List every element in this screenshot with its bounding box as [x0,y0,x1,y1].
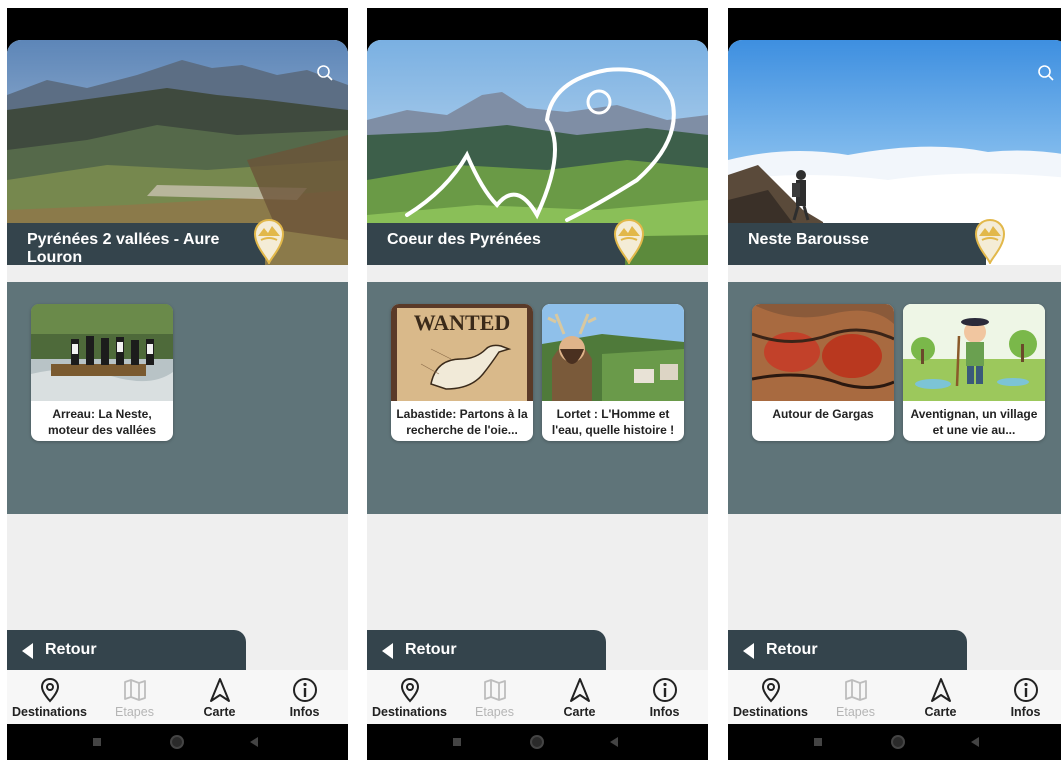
nav-item-label: Infos [649,705,680,719]
nav-item-label: Carte [203,705,236,719]
home-icon[interactable] [170,735,184,749]
back-button[interactable]: Retour [728,630,967,672]
tour-card-image [903,304,1045,401]
nav-item-label: Etapes [836,705,875,719]
system-back-icon[interactable] [971,737,979,747]
nav-item-carte[interactable]: Carte [537,670,622,724]
nav-item-etapes: Etapes [813,670,898,724]
recent-apps-icon[interactable] [453,738,461,746]
back-button-label: Retour [45,641,97,658]
system-nav-bar [367,724,708,760]
tour-card-image: WANTED [391,304,533,401]
nav-item-etapes: Etapes [92,670,177,724]
tour-cards-section: WANTED Labastide: Partons à la recherche… [367,282,708,514]
nav-item-label: Etapes [115,705,154,719]
back-button-label: Retour [405,641,457,658]
phone-screen-2: Coeur des Pyrénées WANTED Labastide: Par… [367,8,708,760]
nav-item-carte[interactable]: Carte [177,670,262,724]
destination-title-bar: Pyrénées 2 vallées - Aure Louron [7,223,265,266]
nav-item-label: Destinations [732,705,808,719]
destination-badge-icon [613,218,645,266]
phone-screen-1: Pyrénées 2 vallées - Aure Louron Arreau:… [7,8,348,760]
back-button[interactable]: Retour [7,630,246,672]
nav-item-destinations[interactable]: Destinations [7,670,92,724]
nav-item-label: Infos [289,705,320,719]
system-nav-bar [7,724,348,760]
phone-screen-3: Neste Barousse Autour de Gargas Aventign… [728,8,1061,760]
system-back-icon[interactable] [610,737,618,747]
tour-card-title: Labastide: Partons à la recherche de l'o… [396,407,528,437]
app-screen: Neste Barousse Autour de Gargas Aventign… [728,40,1061,724]
tour-cards-section: Autour de Gargas Aventignan, un village … [728,282,1061,514]
tour-card-image [542,304,684,401]
search-icon[interactable] [316,64,334,82]
back-arrow-icon [743,643,754,659]
back-arrow-icon [22,643,33,659]
home-icon[interactable] [530,735,544,749]
app-screen: Coeur des Pyrénées WANTED Labastide: Par… [367,40,708,724]
home-icon[interactable] [891,735,905,749]
nav-item-label: Destinations [371,705,447,719]
destination-title: Neste Barousse [748,231,869,248]
recent-apps-icon[interactable] [814,738,822,746]
system-nav-bar [728,724,1061,760]
search-icon[interactable] [1037,64,1055,82]
tour-card-title: Autour de Gargas [772,407,874,421]
tour-card-title: Arreau: La Neste, moteur des vallées [47,407,157,437]
recent-apps-icon[interactable] [93,738,101,746]
tour-card-image [31,304,173,401]
tour-card[interactable]: Lortet : L'Homme et l'eau, quelle histoi… [542,304,684,441]
nav-item-destinations[interactable]: Destinations [728,670,813,724]
app-screen: Pyrénées 2 vallées - Aure Louron Arreau:… [7,40,348,724]
nav-item-carte[interactable]: Carte [898,670,983,724]
tour-card-title: Aventignan, un village et une vie au... [910,407,1038,437]
tour-cards-section: Arreau: La Neste, moteur des vallées [7,282,348,514]
destination-badge-icon [974,218,1006,266]
nav-item-label: Carte [924,705,957,719]
destination-badge-icon [253,218,285,266]
tour-card[interactable]: Aventignan, un village et une vie au... [903,304,1045,441]
svg-text:WANTED: WANTED [414,310,511,335]
destination-title: Pyrénées 2 vallées - Aure Louron [27,231,220,266]
tour-card[interactable]: Arreau: La Neste, moteur des vallées [31,304,173,441]
bottom-nav: Destinations Etapes Carte Infos [728,670,1061,724]
nav-item-infos[interactable]: Infos [983,670,1061,724]
destination-title-bar: Coeur des Pyrénées [367,223,625,265]
back-button[interactable]: Retour [367,630,606,672]
bottom-nav: Destinations Etapes Carte Infos [7,670,348,724]
back-arrow-icon [382,643,393,659]
nav-item-label: Etapes [475,705,514,719]
system-back-icon[interactable] [250,737,258,747]
tour-card[interactable]: WANTED Labastide: Partons à la recherche… [391,304,533,441]
tour-card-title: Lortet : L'Homme et l'eau, quelle histoi… [551,407,675,437]
nav-item-infos[interactable]: Infos [262,670,347,724]
nav-item-etapes: Etapes [452,670,537,724]
nav-item-label: Carte [563,705,596,719]
back-button-label: Retour [766,641,818,658]
tour-card-image [752,304,894,401]
tour-card[interactable]: Autour de Gargas [752,304,894,441]
nav-item-infos[interactable]: Infos [622,670,707,724]
bottom-nav: Destinations Etapes Carte Infos [367,670,708,724]
nav-item-label: Infos [1010,705,1041,719]
destination-title: Coeur des Pyrénées [387,231,541,248]
nav-item-label: Destinations [11,705,87,719]
destination-title-bar: Neste Barousse [728,223,986,265]
nav-item-destinations[interactable]: Destinations [367,670,452,724]
